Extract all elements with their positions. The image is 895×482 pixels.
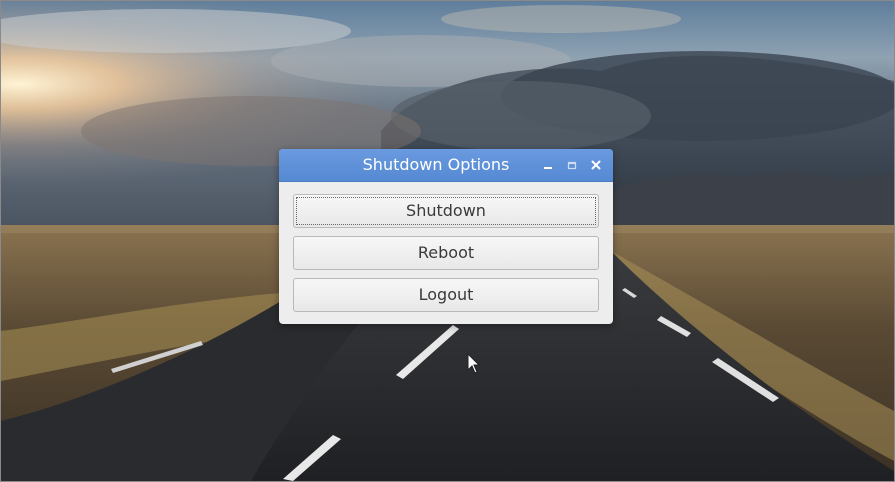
desktop: Shutdown Options Shutdown Reboot Logout [0, 0, 895, 482]
logout-button[interactable]: Logout [293, 278, 599, 312]
close-icon[interactable] [589, 158, 603, 172]
maximize-icon[interactable] [565, 158, 579, 172]
shutdown-button[interactable]: Shutdown [293, 194, 599, 228]
dialog-body: Shutdown Reboot Logout [279, 182, 613, 312]
minimize-icon[interactable] [541, 158, 555, 172]
shutdown-options-dialog: Shutdown Options Shutdown Reboot Logout [279, 149, 613, 324]
window-controls [541, 149, 603, 181]
dialog-titlebar[interactable]: Shutdown Options [279, 149, 613, 182]
reboot-button[interactable]: Reboot [293, 236, 599, 270]
mouse-pointer-icon [467, 352, 481, 375]
